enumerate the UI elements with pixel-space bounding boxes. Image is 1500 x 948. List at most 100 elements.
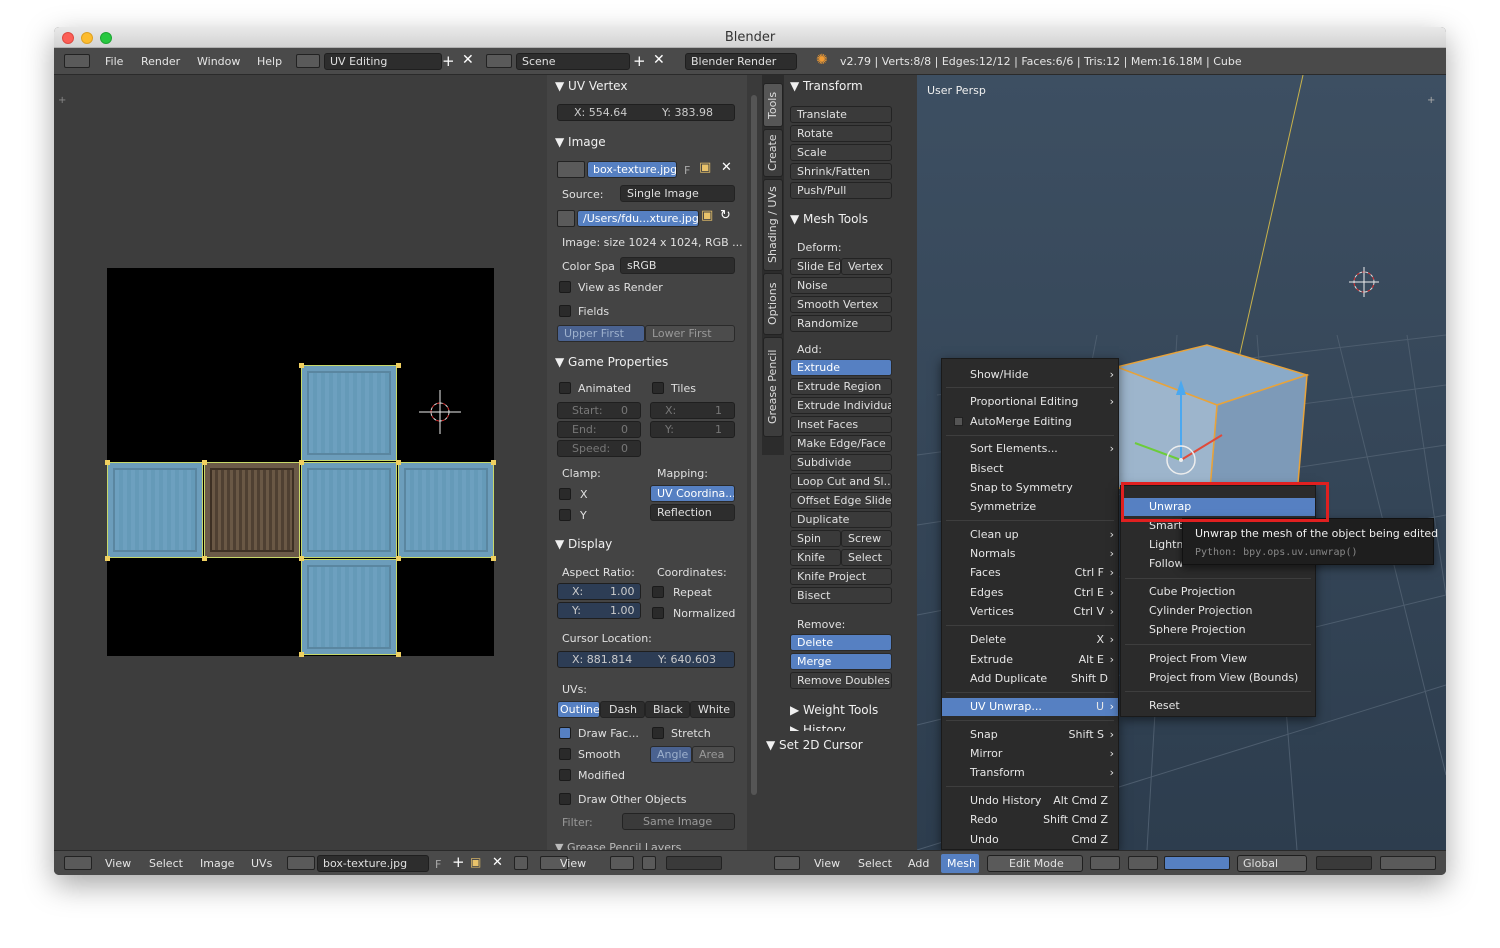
delete-select[interactable]: Delete <box>790 634 892 651</box>
cursor-y[interactable]: Y: 640.603 <box>658 652 716 667</box>
mesh-menu-item[interactable]: Add Duplicate Shift D <box>942 670 1118 688</box>
project-from-view-item[interactable]: Project From View <box>1121 650 1315 668</box>
uv-vertex-header[interactable]: ▼ UV Vertex <box>555 79 627 93</box>
uv-vertex[interactable] <box>299 652 304 657</box>
menu-file[interactable]: File <box>105 55 123 68</box>
history-header[interactable]: ▶ History <box>790 723 846 731</box>
mesh-menu-item[interactable]: Show/Hide › <box>942 366 1118 384</box>
orientation-select[interactable]: Global <box>1237 855 1307 872</box>
uv-vertex[interactable] <box>105 460 110 465</box>
uv-menu-view[interactable]: View <box>105 857 131 870</box>
shrink-fatten-button[interactable]: Shrink/Fatten <box>790 163 892 180</box>
lower-first-button[interactable]: Lower First <box>645 325 735 342</box>
normalized-checkbox[interactable] <box>652 607 664 619</box>
uv-face-right[interactable] <box>398 462 494 558</box>
3d-menu-view[interactable]: View <box>814 857 840 870</box>
add-scene-icon[interactable]: + <box>633 52 646 70</box>
bottom-view-select[interactable]: View <box>560 857 586 870</box>
add-screen-icon[interactable]: + <box>442 52 455 70</box>
slide-edge-button[interactable]: Slide Ed <box>790 258 841 275</box>
filepath-field[interactable]: /Users/fdu...xture.jpg <box>577 210 699 227</box>
mesh-menu-item[interactable]: Undo Cmd Z <box>942 831 1118 849</box>
mesh-menu-item[interactable]: Mirror › <box>942 745 1118 763</box>
area-corner-icon[interactable]: + <box>1427 95 1435 106</box>
clamp-y-checkbox[interactable] <box>559 509 571 521</box>
subdivide-button[interactable]: Subdivide <box>790 454 892 471</box>
layer-icons[interactable] <box>1316 856 1372 870</box>
uv-vertex[interactable] <box>396 556 401 561</box>
uv-vertex[interactable] <box>299 363 304 368</box>
animated-checkbox[interactable] <box>559 382 571 394</box>
make-edge-face-button[interactable]: Make Edge/Face <box>790 435 892 452</box>
draw-other-objects-checkbox[interactable] <box>559 793 571 805</box>
tab-grease-pencil[interactable]: Grease Pencil <box>763 337 783 437</box>
push-pull-button[interactable]: Push/Pull <box>790 182 892 199</box>
uv-canvas[interactable] <box>105 268 496 657</box>
mesh-menu-item[interactable]: Proportional Editing › <box>942 393 1118 411</box>
uv-vertex[interactable] <box>396 652 401 657</box>
filter-select[interactable]: Same Image <box>622 813 735 830</box>
area-corner-icon[interactable]: + <box>58 95 66 106</box>
mesh-menu-item[interactable]: Bisect <box>942 460 1118 478</box>
mode-select[interactable]: Edit Mode <box>987 855 1083 872</box>
knife-select-button[interactable]: Select <box>841 549 892 566</box>
stretch-checkbox[interactable] <box>652 727 664 739</box>
randomize-button[interactable]: Randomize <box>790 315 892 332</box>
tab-create[interactable]: Create <box>763 129 783 177</box>
extrude-select[interactable]: Extrude <box>790 359 892 376</box>
uv-menu-uvs[interactable]: UVs <box>251 857 272 870</box>
mesh-menu-item[interactable]: Snap Shift S › <box>942 726 1118 744</box>
mesh-menu-item[interactable]: Sort Elements... › <box>942 440 1118 458</box>
open-image-icon[interactable]: ▣ <box>699 160 711 175</box>
duplicate-button[interactable]: Duplicate <box>790 511 892 528</box>
remove-doubles-button[interactable]: Remove Doubles <box>790 672 892 689</box>
uv-face-left[interactable] <box>107 462 203 558</box>
new-image-icon[interactable]: + <box>452 853 465 871</box>
mesh-menu-item[interactable]: Snap to Symmetry <box>942 479 1118 497</box>
properties-scrollbar[interactable] <box>751 95 757 795</box>
reflection-button[interactable]: Reflection <box>650 504 735 521</box>
scene-icon[interactable] <box>486 54 512 68</box>
cursor-location-fields[interactable]: X: 881.814 Y: 640.603 <box>557 651 735 668</box>
mesh-menu-item[interactable]: Faces Ctrl F › <box>942 564 1118 582</box>
pivot-icon[interactable] <box>610 856 634 870</box>
uv-vertex[interactable] <box>202 556 207 561</box>
screen-layout-field[interactable]: UV Editing <box>324 53 442 70</box>
slide-vertex-button[interactable]: Vertex <box>841 258 892 275</box>
view-as-render-checkbox[interactable] <box>559 281 571 293</box>
scene-field[interactable]: Scene <box>516 53 630 70</box>
menu-render[interactable]: Render <box>141 55 180 68</box>
tab-shading-uvs[interactable]: Shading / UVs <box>763 179 783 271</box>
mesh-menu-item[interactable]: Transform › <box>942 764 1118 782</box>
uv-white-button[interactable]: White <box>690 701 735 718</box>
weight-tools-header[interactable]: ▶ Weight Tools <box>790 703 878 717</box>
angle-button[interactable]: Angle <box>650 746 692 763</box>
aspect-y-field[interactable]: Y: 1.00 <box>557 602 641 619</box>
menu-help[interactable]: Help <box>257 55 282 68</box>
uv-face-bottom[interactable] <box>301 559 397 655</box>
uv-vertex[interactable] <box>105 556 110 561</box>
mesh-menu-item[interactable]: Vertices Ctrl V › <box>942 603 1118 621</box>
uv-black-button[interactable]: Black <box>645 701 690 718</box>
shading-icon[interactable] <box>1090 856 1120 870</box>
uv-vertex[interactable] <box>491 556 496 561</box>
uv-outline-button[interactable]: Outline <box>557 701 600 718</box>
area-button[interactable]: Area <box>692 746 735 763</box>
pin-image-icon[interactable] <box>514 856 528 870</box>
mesh-menu-item[interactable]: Clean up › <box>942 526 1118 544</box>
scale-button[interactable]: Scale <box>790 144 892 161</box>
image-browse-icon[interactable] <box>287 856 315 870</box>
project-from-view-bounds-item[interactable]: Project from View (Bounds) <box>1121 669 1315 687</box>
render-engine-select[interactable]: Blender Render <box>685 53 797 70</box>
screen-layout-icon[interactable] <box>296 54 320 68</box>
reload-image-icon[interactable]: ↻ <box>720 208 731 223</box>
tiles-x-field[interactable]: X: 1 <box>650 402 735 419</box>
properties-scrollbar-track[interactable] <box>747 75 762 850</box>
uv-coordinates-button[interactable]: UV Coordina... <box>650 485 735 502</box>
upper-first-button[interactable]: Upper First <box>557 325 645 342</box>
uv-sync-icon[interactable] <box>642 856 656 870</box>
3d-editor-type-icon[interactable] <box>774 856 800 870</box>
source-select[interactable]: Single Image <box>620 185 735 202</box>
image-browse-icon[interactable] <box>557 161 585 178</box>
transform-header[interactable]: ▼ Transform <box>790 79 863 93</box>
